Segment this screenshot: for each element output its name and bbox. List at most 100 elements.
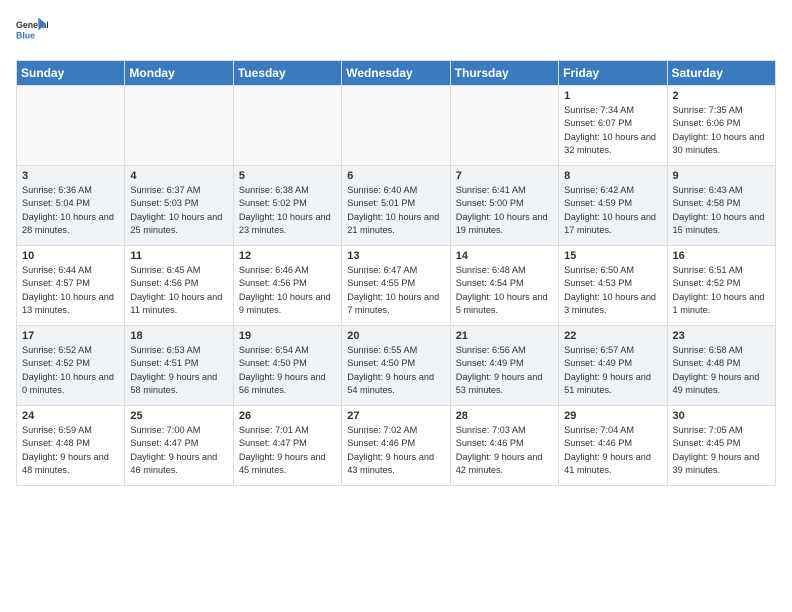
week-row-2: 3Sunrise: 6:36 AMSunset: 5:04 PMDaylight… (17, 166, 776, 246)
day-number: 21 (456, 330, 553, 342)
day-number: 22 (564, 330, 661, 342)
page-header: General Blue (16, 16, 776, 48)
logo: General Blue (16, 16, 48, 48)
day-info: Sunrise: 6:46 AMSunset: 4:56 PMDaylight:… (239, 264, 336, 317)
weekday-header-saturday: Saturday (667, 61, 775, 86)
day-info: Sunrise: 6:47 AMSunset: 4:55 PMDaylight:… (347, 264, 444, 317)
day-info: Sunrise: 7:03 AMSunset: 4:46 PMDaylight:… (456, 424, 553, 477)
calendar-cell: 29 Sunrise: 7:04 AMSunset: 4:46 PMDayligh… (559, 406, 667, 486)
day-number: 12 (239, 250, 336, 262)
day-number: 1 (564, 90, 661, 102)
week-row-1: 1 Sunrise: 7:34 AMSunset: 6:07 PMDaylight… (17, 86, 776, 166)
day-number: 14 (456, 250, 553, 262)
day-number: 30 (673, 410, 770, 422)
day-info: Sunrise: 7:34 AMSunset: 6:07 PMDaylight:… (564, 104, 661, 157)
day-number: 5 (239, 170, 336, 182)
calendar-cell: 12 Sunrise: 6:46 AMSunset: 4:56 PMDayligh… (233, 246, 341, 326)
day-info: Sunrise: 7:00 AMSunset: 4:47 PMDaylight:… (130, 424, 227, 477)
day-info: Sunrise: 6:59 AMSunset: 4:48 PMDaylight:… (22, 424, 119, 477)
calendar-cell: 23 Sunrise: 6:58 AMSunset: 4:48 PMDayligh… (667, 326, 775, 406)
calendar-table: SundayMondayTuesdayWednesdayThursdayFrid… (16, 60, 776, 486)
weekday-header-sunday: Sunday (17, 61, 125, 86)
calendar-cell: 28 Sunrise: 7:03 AMSunset: 4:46 PMDayligh… (450, 406, 558, 486)
calendar-cell: 1 Sunrise: 7:34 AMSunset: 6:07 PMDaylight… (559, 86, 667, 166)
calendar-cell: 16Sunrise: 6:51 AMSunset: 4:52 PMDayligh… (667, 246, 775, 326)
day-number: 27 (347, 410, 444, 422)
day-info: Sunrise: 6:36 AMSunset: 5:04 PMDaylight:… (22, 184, 119, 237)
day-number: 4 (130, 170, 227, 182)
day-number: 24 (22, 410, 119, 422)
calendar-cell: 19 Sunrise: 6:54 AMSunset: 4:50 PMDayligh… (233, 326, 341, 406)
day-number: 29 (564, 410, 661, 422)
day-info: Sunrise: 6:40 AMSunset: 5:01 PMDaylight:… (347, 184, 444, 237)
day-number: 25 (130, 410, 227, 422)
calendar-cell: 6 Sunrise: 6:40 AMSunset: 5:01 PMDaylight… (342, 166, 450, 246)
weekday-header-monday: Monday (125, 61, 233, 86)
calendar-cell: 9Sunrise: 6:43 AMSunset: 4:58 PMDaylight… (667, 166, 775, 246)
day-number: 11 (130, 250, 227, 262)
calendar-cell: 25 Sunrise: 7:00 AMSunset: 4:47 PMDayligh… (125, 406, 233, 486)
day-number: 2 (673, 90, 770, 102)
day-info: Sunrise: 6:42 AMSunset: 4:59 PMDaylight:… (564, 184, 661, 237)
calendar-cell (17, 86, 125, 166)
svg-text:Blue: Blue (16, 30, 35, 40)
day-number: 23 (673, 330, 770, 342)
day-info: Sunrise: 7:02 AMSunset: 4:46 PMDaylight:… (347, 424, 444, 477)
weekday-header-thursday: Thursday (450, 61, 558, 86)
day-number: 17 (22, 330, 119, 342)
calendar-cell: 3Sunrise: 6:36 AMSunset: 5:04 PMDaylight… (17, 166, 125, 246)
calendar-cell (342, 86, 450, 166)
calendar-cell: 17 Sunrise: 6:52 AMSunset: 4:52 PMDayligh… (17, 326, 125, 406)
weekday-header-tuesday: Tuesday (233, 61, 341, 86)
day-info: Sunrise: 6:41 AMSunset: 5:00 PMDaylight:… (456, 184, 553, 237)
calendar-cell: 20 Sunrise: 6:55 AMSunset: 4:50 PMDayligh… (342, 326, 450, 406)
day-info: Sunrise: 7:04 AMSunset: 4:46 PMDaylight:… (564, 424, 661, 477)
calendar-cell: 7 Sunrise: 6:41 AMSunset: 5:00 PMDaylight… (450, 166, 558, 246)
calendar-cell: 24 Sunrise: 6:59 AMSunset: 4:48 PMDayligh… (17, 406, 125, 486)
day-info: Sunrise: 6:44 AMSunset: 4:57 PMDaylight:… (22, 264, 119, 317)
calendar-cell: 22 Sunrise: 6:57 AMSunset: 4:49 PMDayligh… (559, 326, 667, 406)
weekday-header-friday: Friday (559, 61, 667, 86)
day-number: 20 (347, 330, 444, 342)
day-info: Sunrise: 6:48 AMSunset: 4:54 PMDaylight:… (456, 264, 553, 317)
calendar-cell: 18Sunrise: 6:53 AMSunset: 4:51 PMDayligh… (125, 326, 233, 406)
calendar-cell: 8 Sunrise: 6:42 AMSunset: 4:59 PMDaylight… (559, 166, 667, 246)
calendar-cell (233, 86, 341, 166)
day-number: 28 (456, 410, 553, 422)
day-info: Sunrise: 6:57 AMSunset: 4:49 PMDaylight:… (564, 344, 661, 397)
calendar-cell: 5Sunrise: 6:38 AMSunset: 5:02 PMDaylight… (233, 166, 341, 246)
day-info: Sunrise: 7:05 AMSunset: 4:45 PMDaylight:… (673, 424, 770, 477)
calendar-cell: 10 Sunrise: 6:44 AMSunset: 4:57 PMDayligh… (17, 246, 125, 326)
day-number: 15 (564, 250, 661, 262)
day-number: 19 (239, 330, 336, 342)
day-info: Sunrise: 6:55 AMSunset: 4:50 PMDaylight:… (347, 344, 444, 397)
day-number: 8 (564, 170, 661, 182)
day-info: Sunrise: 6:54 AMSunset: 4:50 PMDaylight:… (239, 344, 336, 397)
day-info: Sunrise: 6:58 AMSunset: 4:48 PMDaylight:… (673, 344, 770, 397)
day-info: Sunrise: 6:37 AMSunset: 5:03 PMDaylight:… (130, 184, 227, 237)
calendar-cell: 27 Sunrise: 7:02 AMSunset: 4:46 PMDayligh… (342, 406, 450, 486)
day-number: 6 (347, 170, 444, 182)
calendar-cell: 11Sunrise: 6:45 AMSunset: 4:56 PMDayligh… (125, 246, 233, 326)
calendar-cell: 26Sunrise: 7:01 AMSunset: 4:47 PMDayligh… (233, 406, 341, 486)
weekday-header-wednesday: Wednesday (342, 61, 450, 86)
day-number: 18 (130, 330, 227, 342)
logo-icon: General Blue (16, 16, 48, 48)
calendar-cell: 4 Sunrise: 6:37 AMSunset: 5:03 PMDaylight… (125, 166, 233, 246)
calendar-cell (125, 86, 233, 166)
day-number: 10 (22, 250, 119, 262)
calendar-cell: 2 Sunrise: 7:35 AMSunset: 6:06 PMDaylight… (667, 86, 775, 166)
weekday-header-row: SundayMondayTuesdayWednesdayThursdayFrid… (17, 61, 776, 86)
calendar-cell: 30 Sunrise: 7:05 AMSunset: 4:45 PMDayligh… (667, 406, 775, 486)
week-row-5: 24 Sunrise: 6:59 AMSunset: 4:48 PMDayligh… (17, 406, 776, 486)
day-info: Sunrise: 7:35 AMSunset: 6:06 PMDaylight:… (673, 104, 770, 157)
calendar-cell: 14 Sunrise: 6:48 AMSunset: 4:54 PMDayligh… (450, 246, 558, 326)
day-info: Sunrise: 6:43 AMSunset: 4:58 PMDaylight:… (673, 184, 770, 237)
calendar-cell: 15 Sunrise: 6:50 AMSunset: 4:53 PMDayligh… (559, 246, 667, 326)
day-number: 16 (673, 250, 770, 262)
day-number: 26 (239, 410, 336, 422)
day-info: Sunrise: 6:50 AMSunset: 4:53 PMDaylight:… (564, 264, 661, 317)
day-number: 7 (456, 170, 553, 182)
calendar-cell (450, 86, 558, 166)
day-info: Sunrise: 6:52 AMSunset: 4:52 PMDaylight:… (22, 344, 119, 397)
